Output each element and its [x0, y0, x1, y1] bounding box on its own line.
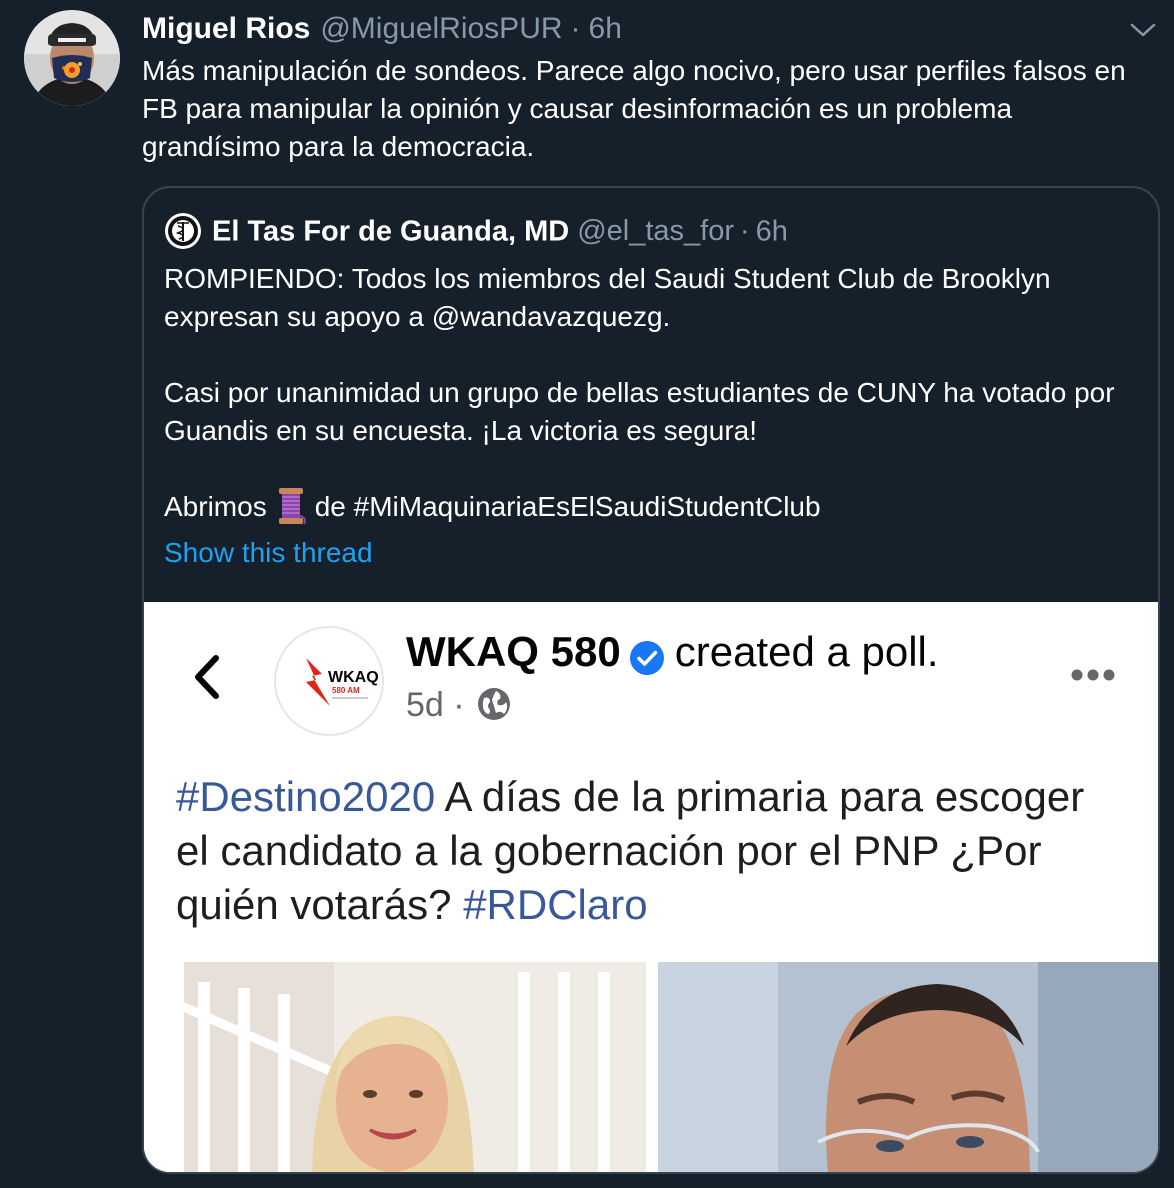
quoted-paragraph-start: Abrimos [164, 491, 267, 522]
quoted-tweet-header: El Tas For de Guanda, MD @el_tas_for · 6h [164, 210, 788, 250]
hashtag-destino2020: #Destino2020 [176, 773, 436, 820]
tweet-timestamp[interactable]: 6h [589, 12, 622, 45]
fb-post-meta: 5d · [406, 682, 512, 728]
show-thread-link[interactable]: Show this thread [164, 534, 373, 572]
author-avatar[interactable] [24, 10, 120, 106]
quoted-tweet[interactable]: El Tas For de Guanda, MD @el_tas_for · 6h R… [142, 186, 1160, 1174]
quoted-timestamp[interactable]: 6h [756, 215, 788, 247]
chevron-down-icon[interactable] [1128, 18, 1158, 42]
tweet[interactable]: Miguel Rios @MiguelRiosPUR · 6h Más manipul… [0, 0, 1174, 1188]
quoted-header-separator: · [739, 215, 750, 248]
wkaq-logo: WKAQ 580 AM [274, 626, 384, 736]
fb-post-header: WKAQ 580 created a poll. [406, 624, 939, 680]
hashtag-rdclaro: #RDClaro [463, 881, 648, 928]
quoted-paragraph: ROMPIENDO: Todos los miembros del Saudi … [164, 263, 1051, 332]
verified-badge-icon [629, 634, 665, 675]
wkaq-logo-text: WKAQ [328, 669, 379, 686]
quoted-paragraph: Abrimos de #MiMaquinariaEsElSaudiStudent… [164, 486, 1144, 526]
fb-post-age: 5d [406, 686, 444, 724]
quoted-author-avatar[interactable] [164, 212, 202, 250]
more-dots-icon [1070, 668, 1116, 682]
quoted-paragraph-end: de #MiMaquinariaEsElSaudiStudentClub [314, 491, 821, 522]
chevron-left-icon [190, 652, 222, 702]
author-name[interactable]: Miguel Rios [142, 12, 310, 45]
tweet-header: Miguel Rios @MiguelRiosPUR · 6h [142, 10, 622, 48]
candidate-photo-left [144, 962, 646, 1172]
spool-of-thread-emoji-icon [271, 486, 311, 526]
header-separator: · [570, 12, 581, 45]
fb-post-action: created a poll. [674, 628, 939, 675]
fb-post-text: #Destino2020 A días de la primaria para … [176, 770, 1116, 932]
quoted-author-handle[interactable]: @el_tas_for [577, 215, 734, 247]
wkaq-logo-subtext: 580 AM [332, 686, 360, 695]
candidate-photo-right [658, 962, 1158, 1172]
quoted-author-name[interactable]: El Tas For de Guanda, MD [212, 215, 569, 247]
fb-meta-separator: · [453, 686, 465, 724]
quoted-media-screenshot[interactable]: WKAQ 580 AM WKAQ 580 created a poll. 5d … [144, 602, 1158, 1172]
quoted-tweet-text: ROMPIENDO: Todos los miembros del Saudi … [164, 260, 1144, 526]
tweet-text: Más manipulación de sondeos. Parece algo… [142, 55, 1126, 162]
globe-icon [476, 686, 512, 722]
quoted-paragraph: Casi por unanimidad un grupo de bellas e… [164, 377, 1115, 446]
fb-page-name: WKAQ 580 [406, 628, 621, 675]
author-handle[interactable]: @MiguelRiosPUR [320, 12, 562, 45]
